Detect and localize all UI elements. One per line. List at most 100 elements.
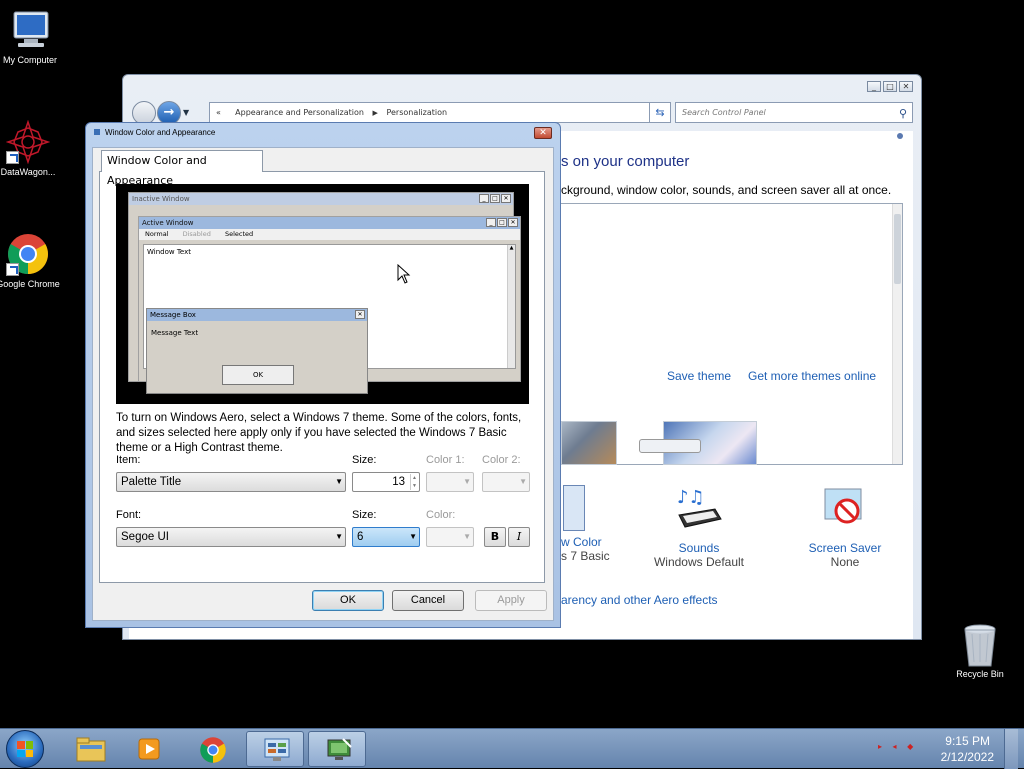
theme-list-scrollbar[interactable] (892, 204, 902, 464)
page-heading: s on your computer (561, 153, 690, 170)
theme-thumbnail[interactable] (561, 421, 617, 465)
start-button[interactable] (6, 730, 44, 768)
chrome-icon (199, 736, 226, 763)
preview-scrollbar: ▲ (507, 245, 515, 368)
maximize-button[interactable]: □ (883, 81, 897, 92)
chevron-down-icon: ▼ (409, 532, 417, 541)
chevron-down-icon: ▼ (335, 477, 343, 486)
font-color-picker[interactable]: ▼ (426, 527, 474, 547)
preview-msgbox-text: Message Text (151, 329, 199, 337)
get-more-themes-link[interactable]: Get more themes online (748, 369, 876, 383)
font-select[interactable]: Segoe UI ▼ (116, 527, 346, 547)
color2-label: Color 2: (482, 454, 521, 466)
preview-active-title: Active Window (142, 219, 194, 227)
font-color-label: Color: (426, 509, 456, 521)
preview-msgbox-title: Message Box (150, 311, 196, 319)
font-size-select[interactable]: 6 ▼ (352, 527, 420, 547)
desktop-icon-label: DataWagon... (0, 167, 56, 177)
chrome-icon (6, 232, 50, 276)
datawagon-logo-icon (5, 119, 51, 165)
taskbar-personalization[interactable] (308, 731, 366, 767)
cancel-button[interactable]: Cancel (392, 590, 464, 611)
desktop-icon-label: Google Chrome (0, 279, 60, 289)
preview-window-text: Window Text (147, 248, 191, 256)
close-button[interactable]: ✕ (899, 81, 913, 92)
computer-icon (8, 8, 52, 52)
refresh-icon[interactable]: ⇆ (649, 102, 671, 123)
preview-menu-disabled: Disabled (182, 230, 211, 238)
taskbar-control-panel[interactable] (246, 731, 304, 767)
taskbar-chrome[interactable] (183, 731, 241, 767)
aero-effects-link[interactable]: arency and other Aero effects (561, 593, 718, 607)
dialog-icon (94, 129, 100, 135)
chevron-down-icon: ▼ (463, 477, 471, 486)
page-description: ckground, window color, sounds, and scre… (561, 183, 892, 197)
item-label: Item: (116, 454, 141, 466)
window-caption-buttons: _ □ ✕ (867, 81, 913, 92)
desktop-icon-my-computer[interactable]: My Computer (0, 8, 62, 66)
color1-label: Color 1: (426, 454, 465, 466)
desktop-icon-google-chrome[interactable]: Google Chrome (0, 232, 60, 290)
save-theme-link[interactable]: Save theme (667, 369, 731, 383)
breadcrumb-personalization[interactable]: Personalization (386, 108, 447, 117)
breadcrumb-root-icon[interactable]: « (216, 108, 221, 117)
clock-time[interactable]: 9:15 PM (945, 734, 990, 748)
desktop-icon-label: Recycle Bin (956, 669, 1004, 679)
desktop-icon-label: My Computer (2, 55, 57, 65)
svg-text:♪♫: ♪♫ (677, 487, 705, 508)
preview-message-box: Message Box ✕ Message Text OK (146, 308, 368, 394)
apply-button[interactable]: Apply (475, 590, 547, 611)
control-panel-icon (263, 737, 290, 763)
display-settings-icon (325, 737, 352, 763)
color2-picker[interactable]: ▼ (482, 472, 530, 492)
sounds-link[interactable]: ♪♫ Sounds Windows Default (633, 485, 765, 569)
item-size-spinner[interactable]: 13 ▲ ▼ (352, 472, 420, 492)
minimize-button[interactable]: _ (867, 81, 881, 92)
aero-info-text: To turn on Windows Aero, select a Window… (116, 412, 522, 454)
font-size-label: Size: (352, 509, 377, 521)
dialog-client: Window Color and Appearance Inactive Win… (92, 147, 554, 621)
item-size-label: Size: (352, 454, 377, 466)
desktop-icon-datawagon[interactable]: DataWagon... (0, 119, 60, 178)
screen-saver-link[interactable]: Screen Saver None (785, 485, 905, 569)
bold-button[interactable]: B (484, 527, 506, 547)
shortcut-arrow-icon (6, 151, 19, 164)
font-label: Font: (116, 509, 142, 521)
item-select[interactable]: Palette Title ▼ (116, 472, 346, 492)
taskbar: ▸ ◂ ◆ 9:15 PM 2/12/2022 (0, 728, 1024, 769)
sounds-icon: ♪♫ (675, 485, 723, 533)
recent-pages-dropdown[interactable]: ▼ (183, 108, 189, 117)
tray-notification-icons[interactable]: ▸ ◂ ◆ (878, 742, 917, 751)
windows-logo-icon (17, 741, 33, 757)
theme-thumbnail-color-chip (639, 439, 701, 453)
preview-menu-normal: Normal (145, 230, 169, 238)
taskbar-explorer[interactable] (60, 731, 118, 767)
search-icon[interactable]: ⚲ (899, 104, 907, 123)
search-input[interactable]: Search Control Panel ⚲ (675, 102, 913, 123)
system-tray: ▸ ◂ ◆ 9:15 PM 2/12/2022 (878, 729, 1018, 769)
appearance-preview[interactable]: Inactive Window _ □ ✕ Active Window _ □ ✕ No… (116, 184, 529, 404)
show-desktop-button[interactable] (1004, 729, 1018, 769)
help-icon[interactable] (897, 133, 903, 139)
folder-icon (76, 736, 106, 762)
window-color-appearance-dialog: Window Color and Appearance ✕ Window Col… (85, 122, 561, 628)
address-bar[interactable]: « Appearance and Personalization ▶ Perso… (209, 102, 669, 123)
chevron-down-icon: ▼ (519, 477, 527, 486)
italic-button[interactable]: I (508, 527, 530, 547)
color1-picker[interactable]: ▼ (426, 472, 474, 492)
spin-arrows-icon[interactable]: ▲ ▼ (410, 474, 418, 490)
recycle-bin-icon (958, 622, 1002, 667)
chevron-down-icon: ▼ (335, 532, 343, 541)
breadcrumb-separator-icon[interactable]: ▶ (373, 109, 378, 117)
window-color-link[interactable]: w Color s 7 Basic (561, 485, 621, 563)
tab-window-color-appearance[interactable]: Window Color and Appearance (101, 150, 263, 187)
ok-button[interactable]: OK (312, 590, 384, 611)
clock-date[interactable]: 2/12/2022 (941, 750, 994, 764)
window-color-icon (563, 485, 585, 531)
breadcrumb-appearance[interactable]: Appearance and Personalization (235, 108, 364, 117)
dialog-close-button[interactable]: ✕ (534, 127, 552, 139)
desktop-icon-recycle-bin[interactable]: Recycle Bin (948, 622, 1012, 680)
taskbar-media-player[interactable] (120, 731, 178, 767)
chevron-down-icon: ▼ (463, 532, 471, 541)
preview-menu-selected: Selected (224, 230, 254, 238)
